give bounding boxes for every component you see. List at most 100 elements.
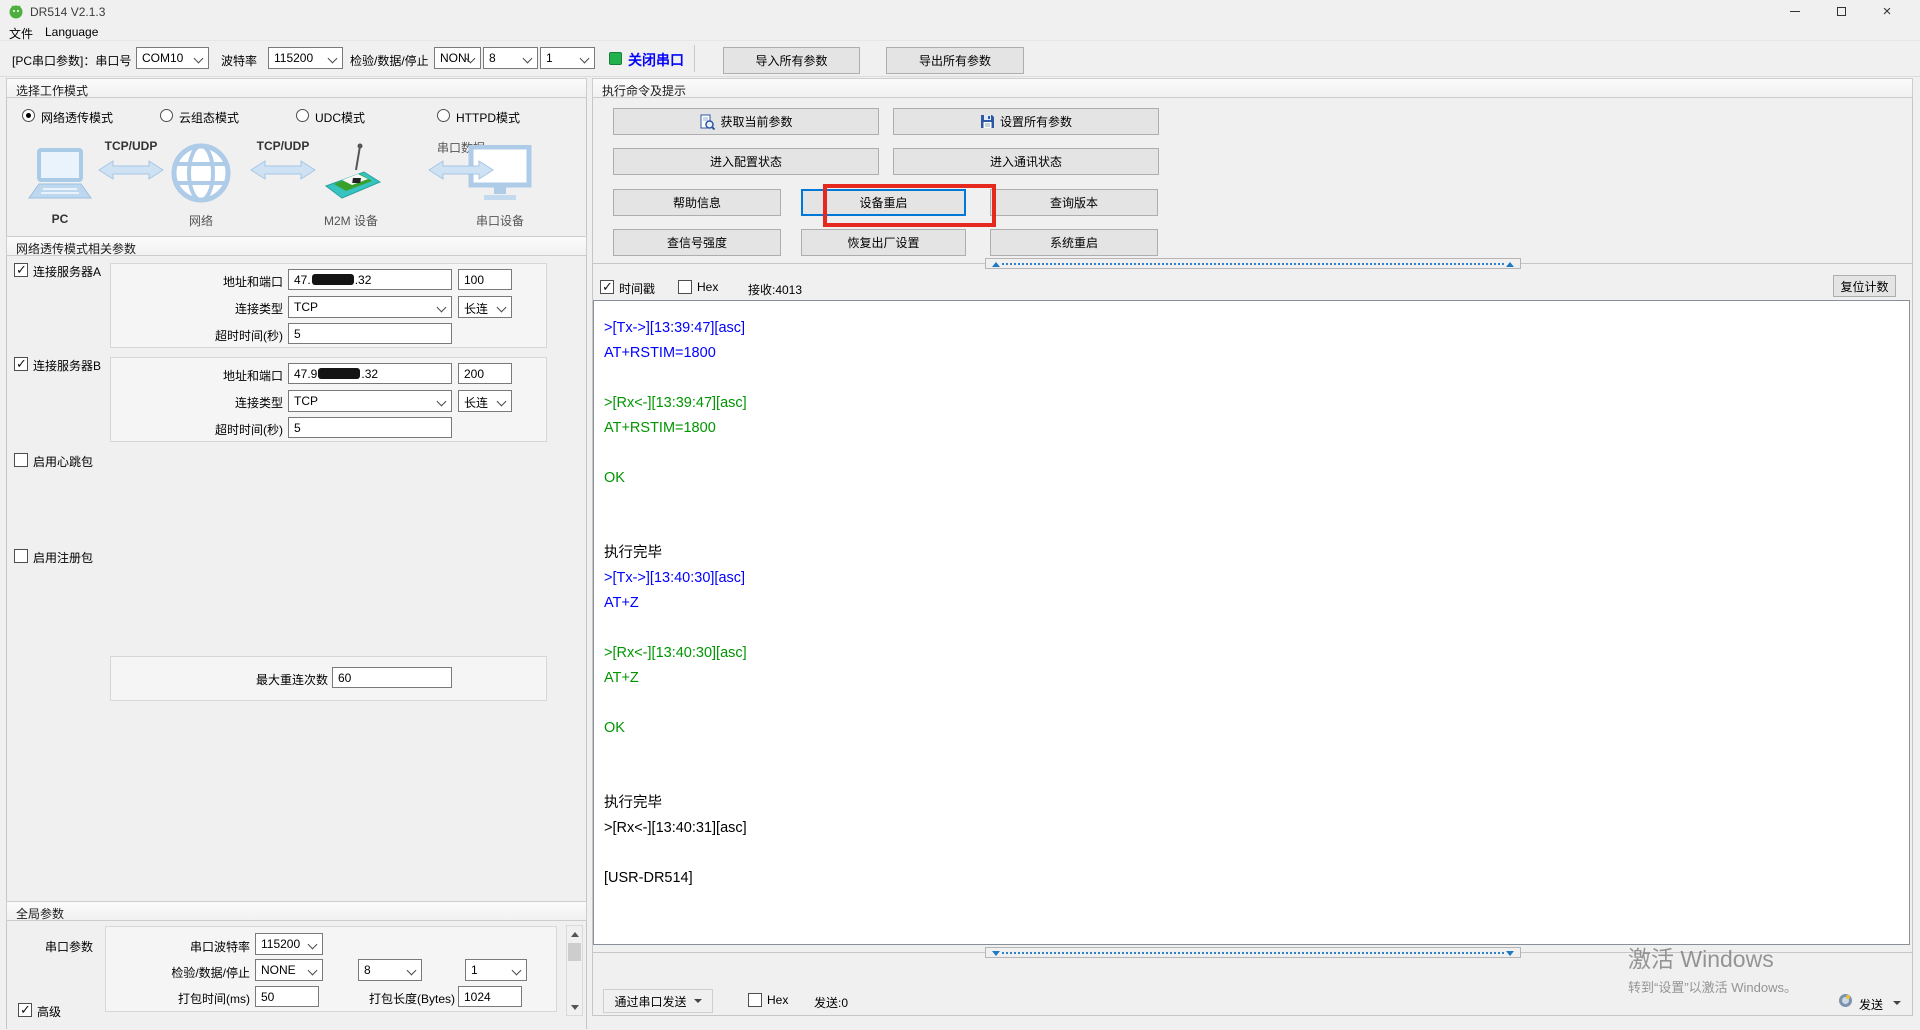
chevron-down-icon bbox=[511, 965, 522, 976]
help-info-button[interactable]: 帮助信息 bbox=[613, 189, 781, 216]
server-b-type-select[interactable]: TCP bbox=[288, 390, 452, 412]
databits-select[interactable]: 8 bbox=[483, 47, 538, 69]
max-reconnect-input[interactable]: 60 bbox=[332, 667, 452, 688]
splitter-arrow-icon bbox=[992, 262, 1000, 267]
scroll-up-button[interactable] bbox=[567, 926, 582, 942]
factory-reset-button[interactable]: 恢复出厂设置 bbox=[801, 229, 966, 256]
censor-bar bbox=[318, 368, 361, 380]
pack-time-input[interactable]: 50 bbox=[255, 986, 319, 1007]
scrollbar-thumb[interactable] bbox=[568, 943, 581, 961]
pc-serial-label: [PC串口参数]：串口号 bbox=[12, 54, 132, 68]
server-a-keepalive-select[interactable]: 长连 bbox=[458, 296, 512, 318]
hex-send-checkbox[interactable] bbox=[748, 993, 762, 1007]
server-b-checkbox[interactable] bbox=[14, 356, 28, 372]
chevron-down-icon bbox=[579, 53, 590, 64]
node-label-serial-device: 串口设备 bbox=[475, 214, 524, 228]
radio-udc-label: UDC模式 bbox=[315, 111, 365, 125]
menu-file[interactable]: 文件 bbox=[9, 25, 33, 42]
heartbeat-label: 启用心跳包 bbox=[33, 455, 94, 469]
node-label-m2m: M2M 设备 bbox=[323, 214, 378, 228]
port-open-led-icon bbox=[609, 52, 622, 65]
log-line: AT+RSTIM=1800 bbox=[604, 345, 716, 361]
timestamp-checkbox[interactable] bbox=[600, 279, 614, 295]
set-params-button[interactable]: 设置所有参数 bbox=[893, 108, 1159, 135]
advanced-checkbox[interactable] bbox=[18, 1002, 32, 1018]
close-button[interactable]: × bbox=[1864, 0, 1910, 22]
chevron-down-icon bbox=[193, 53, 204, 64]
enter-config-button[interactable]: 进入配置状态 bbox=[613, 148, 879, 175]
splitter-dots bbox=[1002, 263, 1504, 265]
server-a-address-input[interactable]: 47. .32 bbox=[288, 269, 452, 290]
log-line: OK bbox=[604, 720, 625, 736]
get-params-button[interactable]: 获取当前参数 bbox=[613, 108, 879, 135]
addr-port-label-b: 地址和端口 bbox=[222, 369, 283, 383]
close-port-button[interactable]: 关闭串口 bbox=[628, 50, 684, 70]
g-databits-select[interactable]: 8 bbox=[358, 959, 422, 981]
server-b-address-input[interactable]: 47.9.32 bbox=[288, 363, 452, 384]
server-b-keepalive-select[interactable]: 长连 bbox=[458, 390, 512, 412]
collapse-splitter-bottom[interactable] bbox=[985, 947, 1521, 958]
log-lines: >[Tx->][13:39:47][asc] AT+RSTIM=1800 >[Rx… bbox=[604, 317, 1909, 892]
hex-recv-checkbox[interactable] bbox=[678, 280, 692, 294]
reset-count-button[interactable]: 复位计数 bbox=[1833, 275, 1896, 297]
server-a-port-input[interactable]: 100 bbox=[458, 269, 512, 290]
left-scrollbar[interactable] bbox=[566, 925, 583, 1016]
menu-language[interactable]: Language bbox=[45, 25, 98, 39]
server-a-type-select[interactable]: TCP bbox=[288, 296, 452, 318]
send-via-serial-dropdown[interactable]: 通过串口发送 bbox=[603, 989, 713, 1013]
send-button[interactable]: 发送 bbox=[1859, 996, 1883, 1013]
maximize-button[interactable] bbox=[1818, 0, 1864, 22]
import-params-button[interactable]: 导入所有参数 bbox=[723, 47, 860, 74]
radio-httpd[interactable] bbox=[437, 109, 450, 122]
com-port-select[interactable]: COM10 bbox=[136, 47, 209, 69]
chevron-down-icon bbox=[522, 53, 533, 64]
log-line: >[Rx<-][13:39:47][asc] bbox=[604, 395, 747, 411]
parity-select[interactable]: NONI bbox=[434, 47, 481, 69]
scroll-down-button[interactable] bbox=[567, 999, 582, 1015]
system-reboot-button[interactable]: 系统重启 bbox=[990, 229, 1158, 256]
server-a-checkbox[interactable] bbox=[14, 262, 28, 278]
splitter-dots bbox=[1002, 952, 1504, 954]
node-label-pc: PC bbox=[51, 212, 69, 226]
activate-windows-watermark-sub: 转到“设置”以激活 Windows。 bbox=[1628, 980, 1798, 995]
baud-select[interactable]: 115200 bbox=[268, 47, 343, 69]
node-label-network: 网络 bbox=[188, 214, 213, 228]
chevron-down-icon bbox=[307, 965, 318, 976]
g-baud-select[interactable]: 115200 bbox=[255, 933, 323, 955]
server-a-timeout-input[interactable]: 5 bbox=[288, 323, 452, 344]
radio-udc[interactable] bbox=[296, 109, 309, 122]
chevron-down-icon bbox=[496, 396, 507, 407]
query-version-button[interactable]: 查询版本 bbox=[990, 189, 1158, 216]
send-dropdown-caret[interactable] bbox=[1893, 1001, 1901, 1005]
radio-cloud[interactable] bbox=[160, 109, 173, 122]
divider-line bbox=[1521, 263, 1913, 264]
g-parity-select[interactable]: NONE bbox=[255, 959, 323, 981]
log-line: AT+RSTIM=1800 bbox=[604, 420, 716, 436]
radio-httpd-label: HTTPD模式 bbox=[456, 111, 520, 125]
enter-comm-button[interactable]: 进入通讯状态 bbox=[893, 148, 1159, 175]
minimize-button[interactable] bbox=[1772, 0, 1818, 22]
register-checkbox[interactable] bbox=[14, 549, 28, 563]
serial-params-label: 串口参数 bbox=[45, 940, 94, 954]
server-b-timeout-input[interactable]: 5 bbox=[288, 417, 452, 438]
server-b-port-input[interactable]: 200 bbox=[458, 363, 512, 384]
g-stopbits-select[interactable]: 1 bbox=[465, 959, 527, 981]
stopbits-select[interactable]: 1 bbox=[540, 47, 595, 69]
chevron-down-icon bbox=[436, 302, 447, 313]
export-params-button[interactable]: 导出所有参数 bbox=[886, 47, 1024, 74]
baud-label: 波特率 bbox=[221, 54, 258, 68]
arrow-icon bbox=[428, 159, 494, 181]
log-output[interactable]: >[Tx->][13:39:47][asc] AT+RSTIM=1800 >[Rx… bbox=[593, 300, 1910, 945]
pack-len-input[interactable]: 1024 bbox=[458, 986, 522, 1007]
chevron-down-icon bbox=[406, 965, 417, 976]
advanced-label: 高级 bbox=[37, 1005, 62, 1019]
radio-net-transparent[interactable] bbox=[22, 109, 35, 122]
max-reconnect-label: 最大重连次数 bbox=[255, 673, 328, 687]
arrow-up-icon bbox=[570, 931, 579, 937]
heartbeat-checkbox[interactable] bbox=[14, 453, 28, 467]
chevron-down-icon bbox=[496, 302, 507, 313]
floppy-save-icon bbox=[980, 114, 995, 129]
collapse-splitter-top[interactable] bbox=[985, 258, 1521, 269]
query-signal-button[interactable]: 查信号强度 bbox=[613, 229, 781, 256]
